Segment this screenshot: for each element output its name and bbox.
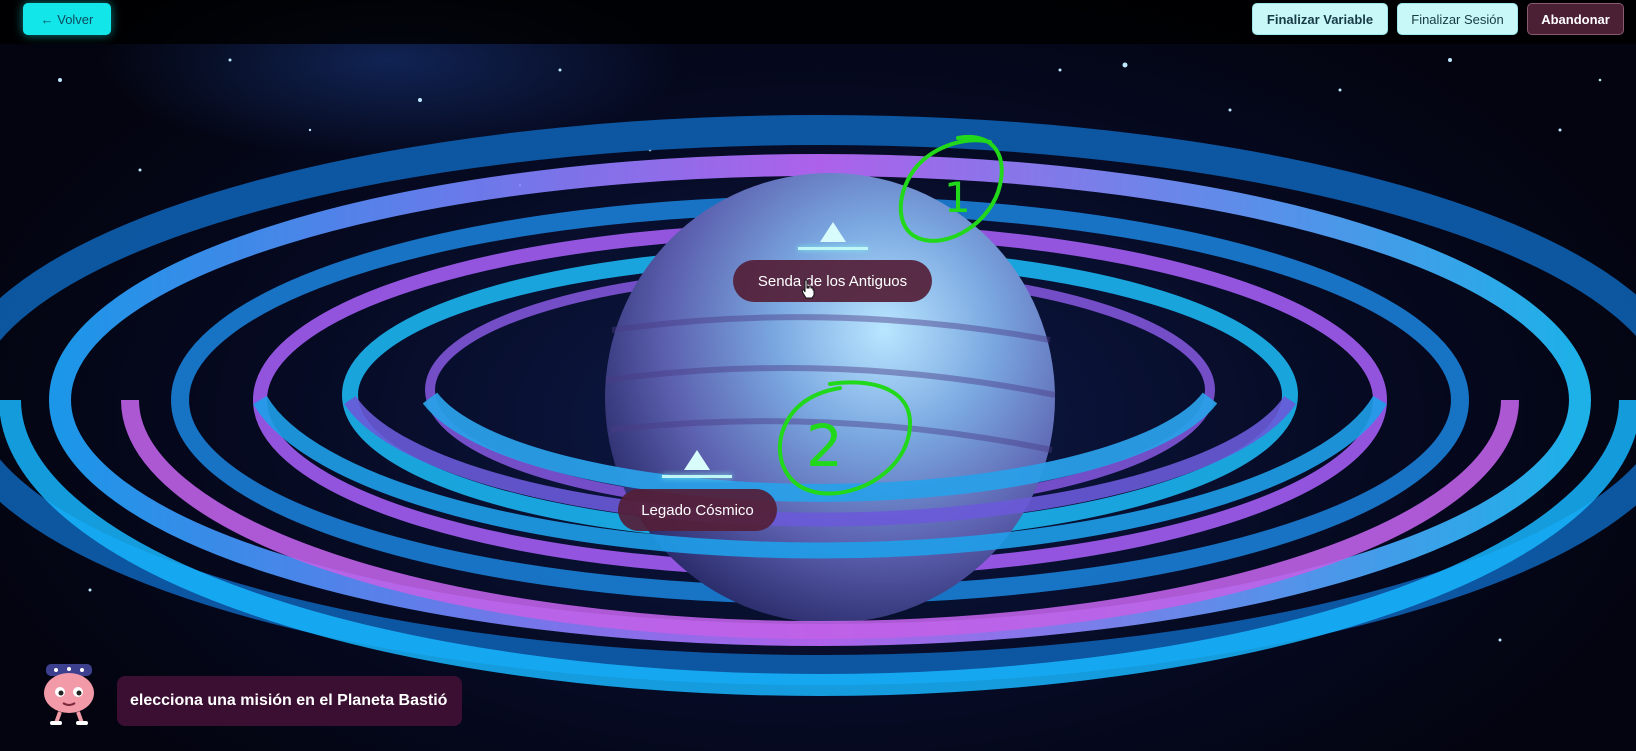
narrator-speech-bubble: elecciona una misión en el Planeta Basti… (117, 676, 462, 726)
planet-scene-background (0, 0, 1636, 751)
mission-label-senda-de-los-antiguos[interactable]: Senda de los Antiguos (733, 260, 932, 302)
brain-mascot-avatar (44, 664, 94, 725)
annotation-number-1: 1 (944, 173, 971, 222)
marker-base-line (662, 475, 732, 478)
annotation-number-2: 2 (806, 412, 843, 480)
mission-marker-legado[interactable] (657, 450, 737, 490)
hand-pointer-cursor-icon (801, 279, 815, 299)
mission-marker-senda[interactable] (793, 222, 873, 262)
finalize-variable-button[interactable]: Finalizar Variable (1252, 3, 1388, 35)
back-button[interactable]: ← Volver (23, 3, 111, 35)
abandon-button[interactable]: Abandonar (1527, 3, 1624, 35)
finalize-session-button[interactable]: Finalizar Sesión (1397, 3, 1518, 35)
mission-label-legado-cosmico[interactable]: Legado Cósmico (618, 489, 777, 531)
marker-base-line (798, 247, 868, 250)
triangle-up-icon (684, 450, 710, 470)
annotation-circle-2: 2 (777, 380, 913, 496)
saturn-planet-illustration (0, 58, 1636, 696)
triangle-up-icon (820, 222, 846, 242)
top-toolbar: ← Volver Finalizar Variable Finalizar Se… (0, 0, 1636, 44)
annotation-circle-1: 1 (898, 134, 1004, 243)
